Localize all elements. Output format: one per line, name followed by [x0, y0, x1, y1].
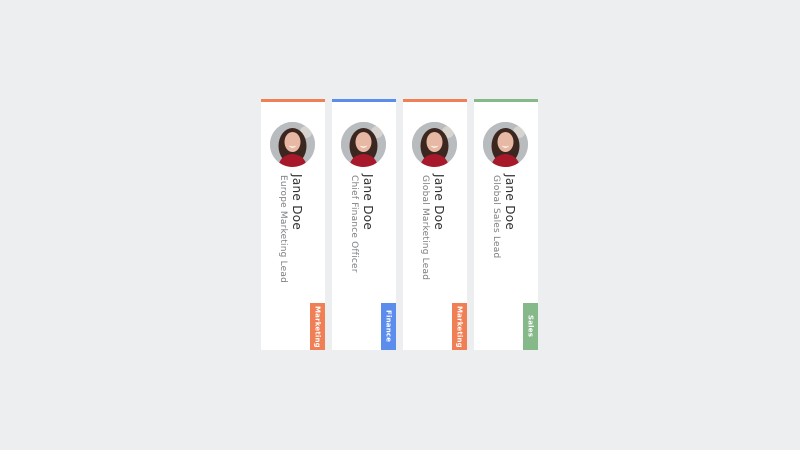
person-name: Jane Doe — [361, 174, 375, 231]
person-photo-icon — [270, 122, 315, 167]
department-tag-label: Sales — [526, 315, 535, 338]
avatar — [341, 122, 386, 167]
person-name: Jane Doe — [290, 174, 304, 231]
person-photo-icon — [341, 122, 386, 167]
department-tag[interactable]: Marketing — [452, 303, 467, 350]
page: Jane Doe Europe Marketing Lead Marketing… — [0, 0, 800, 450]
person-photo-icon — [483, 122, 528, 167]
avatar — [412, 122, 457, 167]
avatar — [483, 122, 528, 167]
person-title: Global Sales Lead — [491, 175, 501, 259]
department-tag-label: Marketing — [455, 305, 464, 348]
department-tag-label: Marketing — [313, 305, 322, 348]
profile-card[interactable]: Jane Doe Europe Marketing Lead Marketing — [261, 99, 325, 350]
profile-card-list: Jane Doe Europe Marketing Lead Marketing… — [261, 99, 538, 350]
person-name: Jane Doe — [432, 174, 446, 231]
person-photo-icon — [412, 122, 457, 167]
person-title: Chief Finance Officer — [349, 175, 359, 273]
person-title: Global Marketing Lead — [420, 175, 430, 281]
department-tag[interactable]: Sales — [523, 303, 538, 350]
department-tag[interactable]: Marketing — [310, 303, 325, 350]
avatar — [270, 122, 315, 167]
person-title: Europe Marketing Lead — [278, 175, 288, 284]
person-name: Jane Doe — [503, 174, 517, 231]
profile-card[interactable]: Jane Doe Global Marketing Lead Marketing — [403, 99, 467, 350]
profile-card[interactable]: Jane Doe Global Sales Lead Sales — [474, 99, 538, 350]
department-tag-label: Finance — [384, 310, 393, 343]
profile-card[interactable]: Jane Doe Chief Finance Officer Finance — [332, 99, 396, 350]
department-tag[interactable]: Finance — [381, 303, 396, 350]
